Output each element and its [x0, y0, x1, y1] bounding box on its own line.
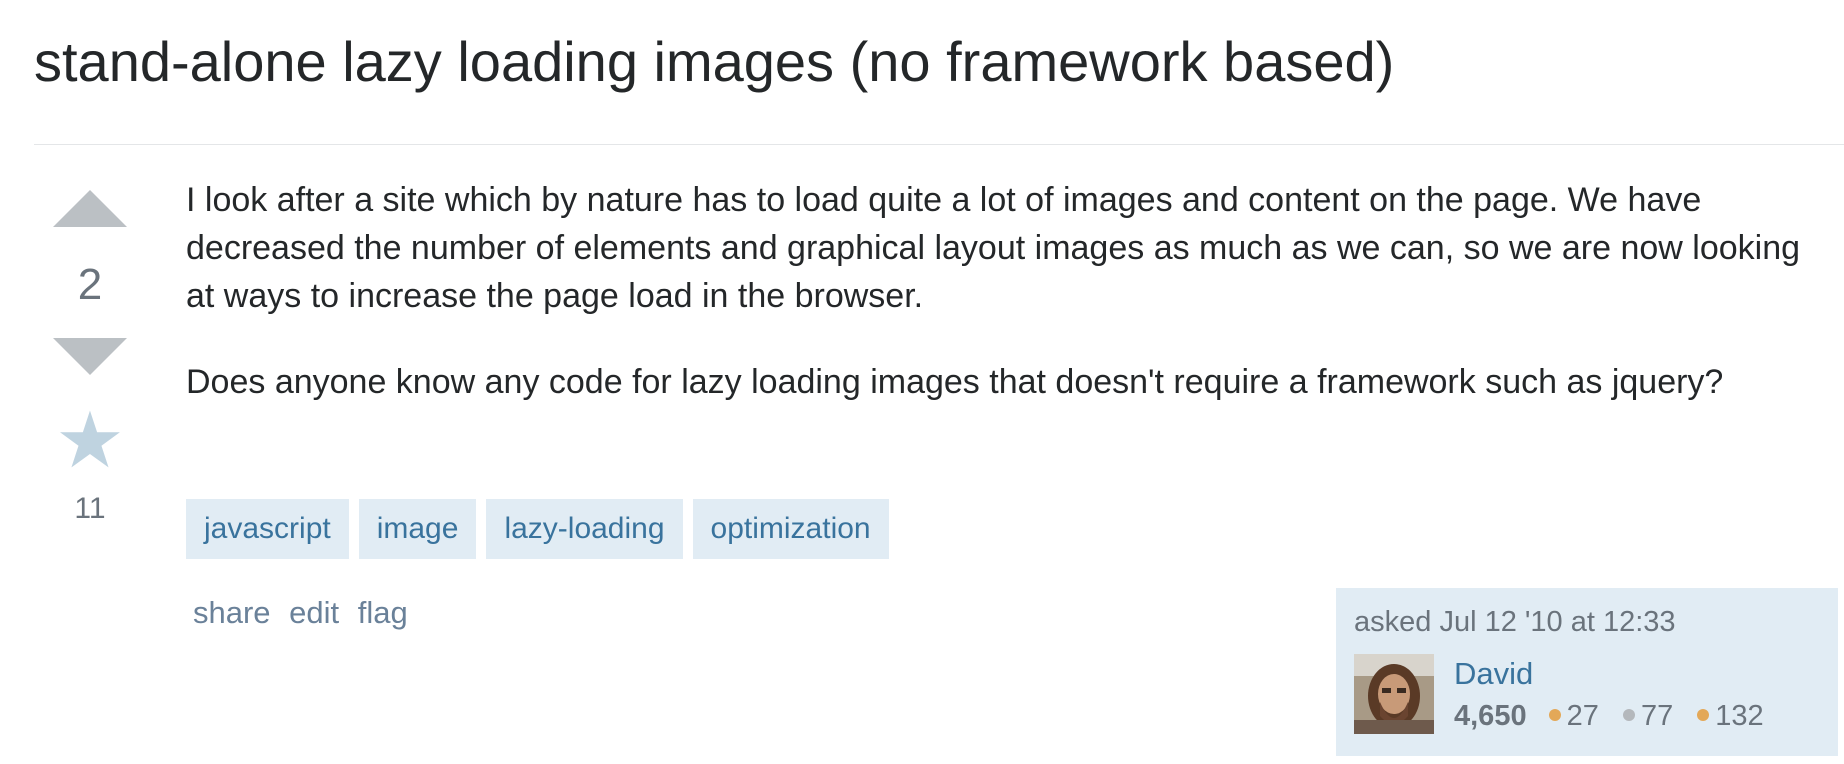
favorite-star-icon[interactable]: ★	[52, 401, 128, 479]
favorite-count: 11	[74, 492, 106, 525]
tag-list: javascript image lazy-loading optimization	[186, 499, 899, 559]
tag-javascript[interactable]: javascript	[186, 499, 349, 559]
vote-down-icon[interactable]	[53, 338, 127, 375]
silver-badge-icon	[1622, 709, 1635, 722]
vote-cell: 2 ★ 11	[52, 190, 128, 526]
question-title[interactable]: stand-alone lazy loading images (no fram…	[34, 28, 1394, 96]
reputation-score: 4,650	[1454, 700, 1527, 732]
body-paragraph: Does anyone know any code for lazy loadi…	[186, 363, 1724, 401]
vote-count: 2	[77, 260, 103, 309]
tag-lazy-loading[interactable]: lazy-loading	[486, 499, 683, 559]
gold-badge-icon	[1548, 709, 1561, 722]
post-menu: share edit flag	[193, 592, 418, 634]
edit-link[interactable]: edit	[289, 595, 339, 630]
user-card: asked Jul 12 '10 at 12:33 David 4,650 27…	[1336, 588, 1838, 756]
title-divider	[34, 144, 1844, 145]
asked-timestamp: asked Jul 12 '10 at 12:33	[1354, 606, 1676, 638]
bronze-badge-icon	[1697, 709, 1710, 722]
avatar[interactable]	[1354, 654, 1434, 734]
flag-link[interactable]: flag	[358, 595, 408, 630]
avatar-image	[1354, 654, 1434, 734]
question-page: stand-alone lazy loading images (no fram…	[0, 0, 1844, 764]
gold-badge-count: 27	[1566, 700, 1599, 732]
user-stats: 4,650 27 77 132	[1454, 700, 1780, 733]
body-paragraph: I look after a site which by nature has …	[186, 181, 1801, 315]
bronze-badge-count: 132	[1715, 700, 1764, 732]
share-link[interactable]: share	[193, 595, 271, 630]
tag-image[interactable]: image	[358, 499, 477, 559]
vote-up-icon[interactable]	[53, 190, 127, 227]
user-name-link[interactable]: David	[1454, 656, 1533, 692]
silver-badge-count: 77	[1640, 700, 1674, 732]
tag-optimization[interactable]: optimization	[692, 499, 889, 559]
question-body: I look after a site which by nature has …	[186, 176, 1826, 444]
